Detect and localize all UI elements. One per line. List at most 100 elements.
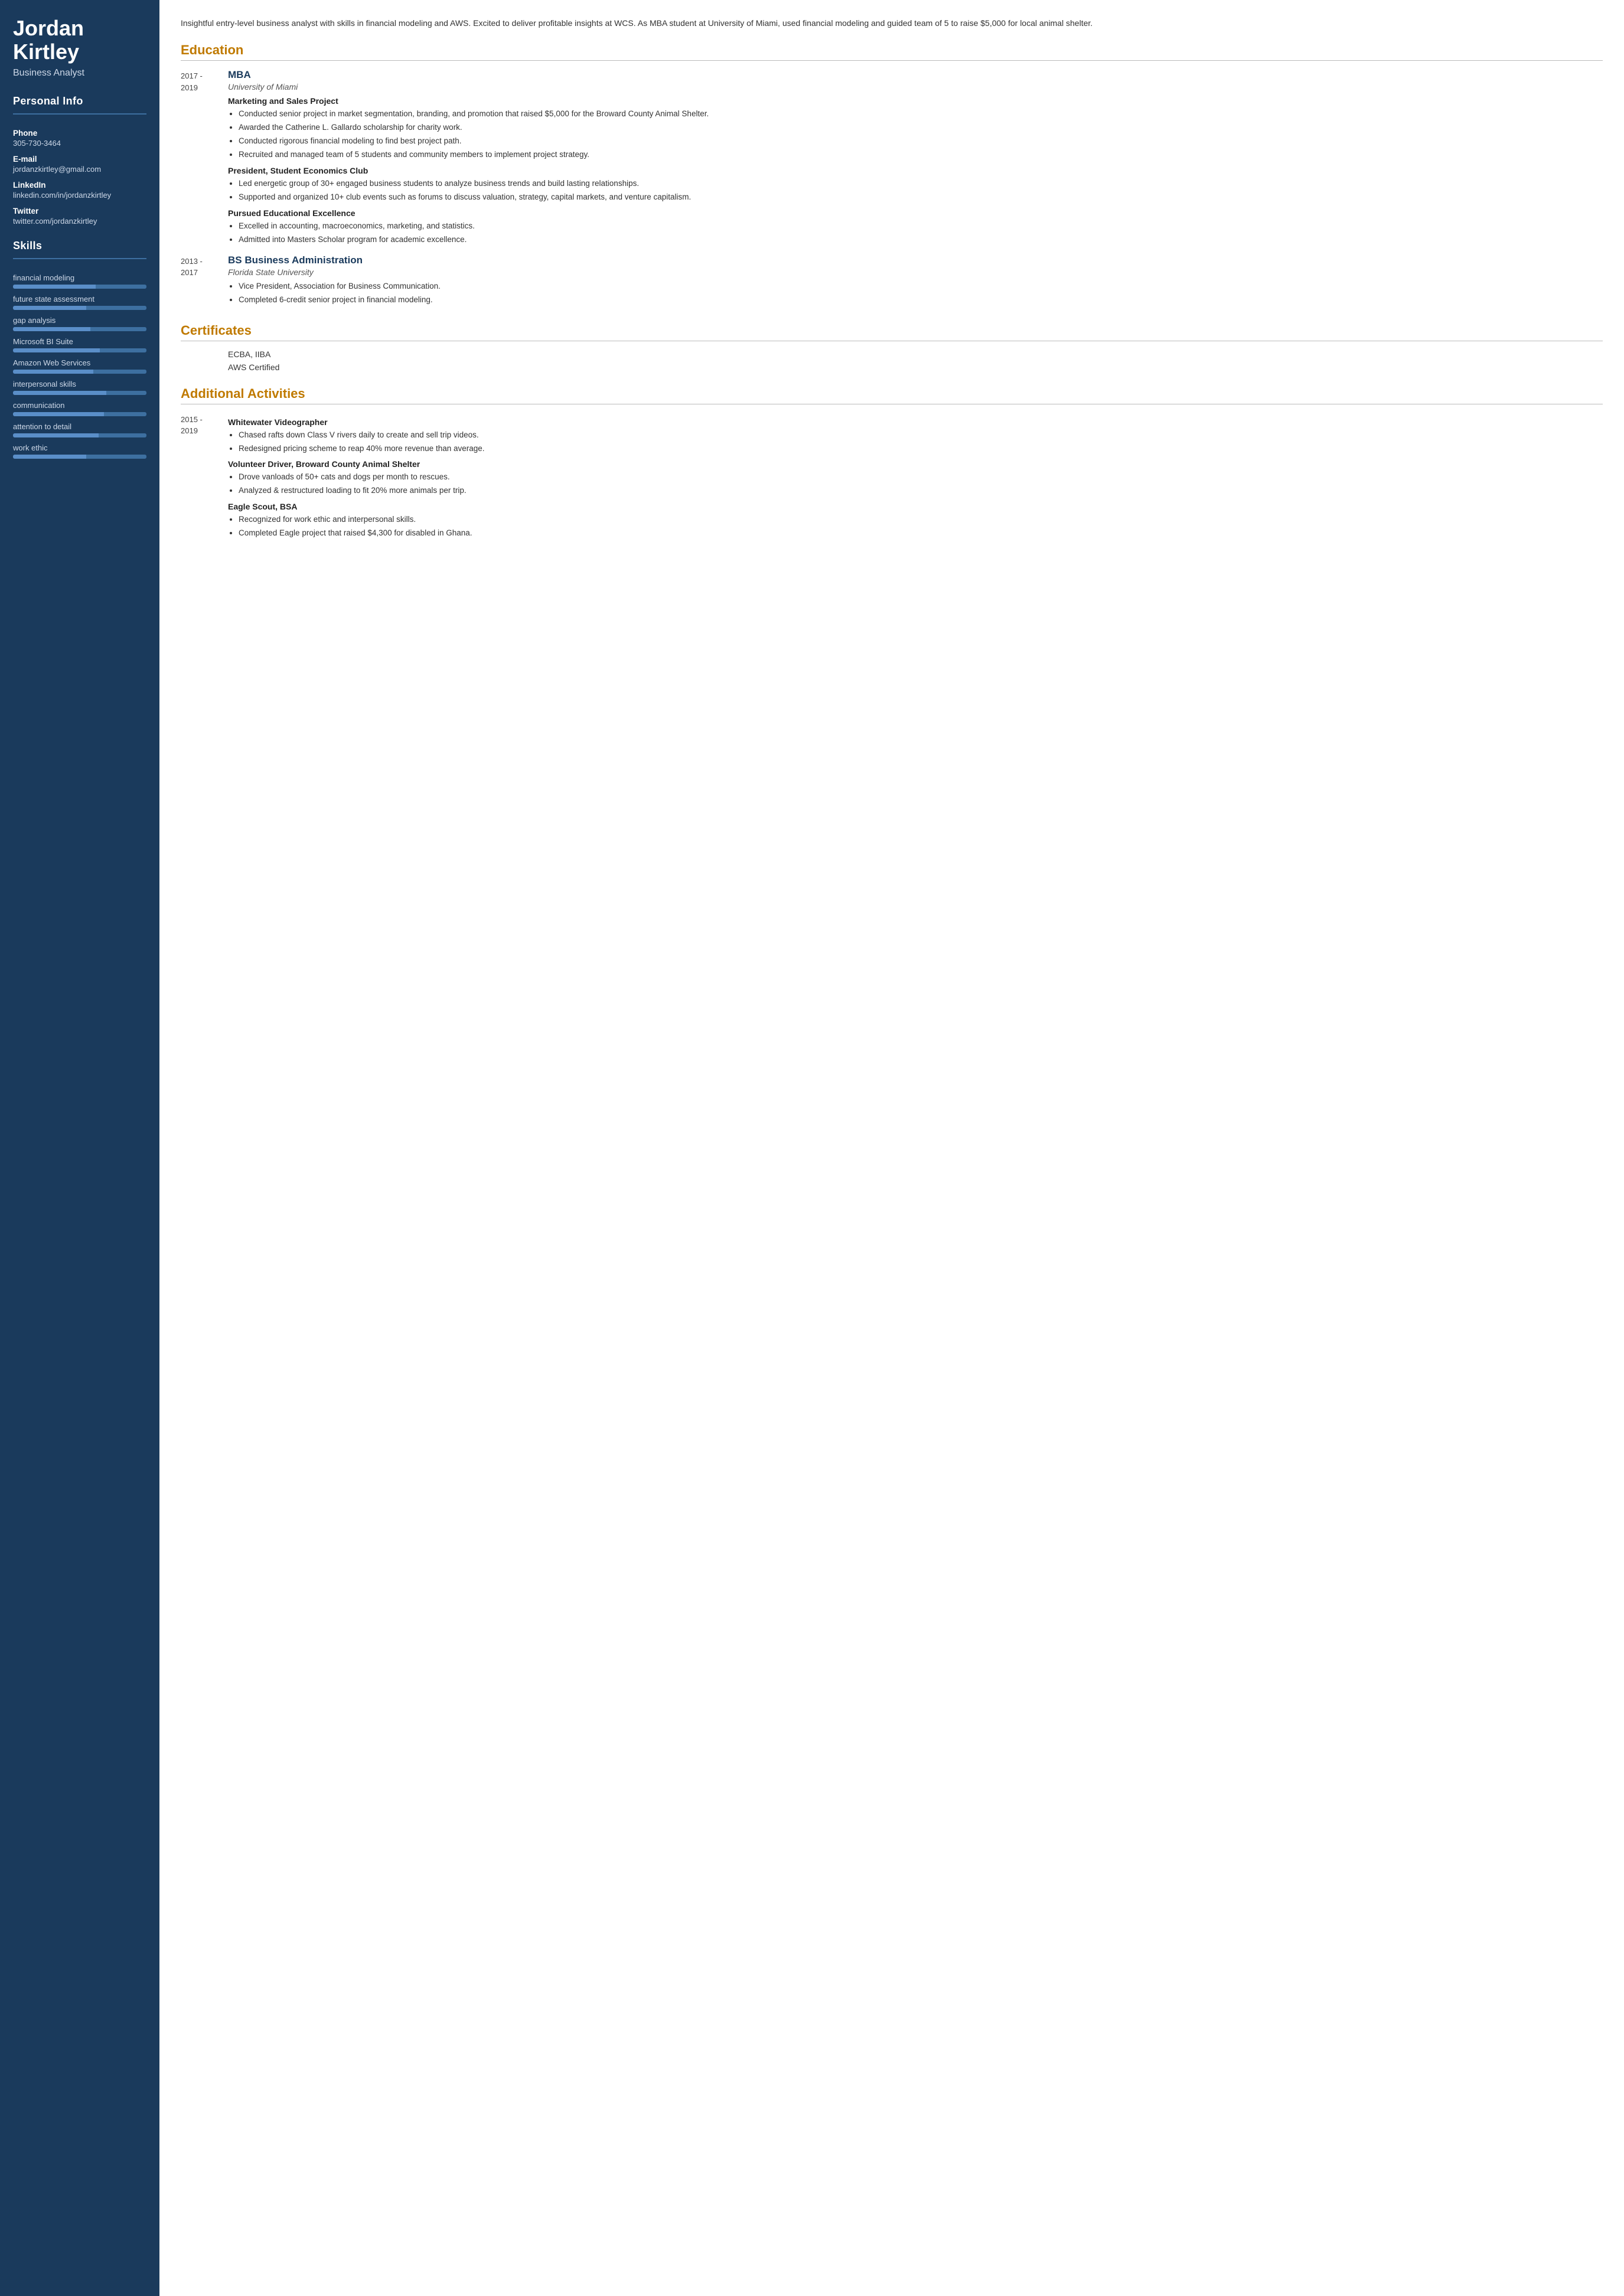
skill-bar-empty xyxy=(90,327,146,331)
bullet-list: Vice President, Association for Business… xyxy=(239,280,1603,306)
skill-bar-empty xyxy=(86,306,146,310)
certificate-item: ECBA, IIBA xyxy=(228,350,1603,359)
email-label: E-mail xyxy=(13,155,146,164)
bullet-item: Recruited and managed team of 5 students… xyxy=(239,149,1603,161)
entry-degree: BS Business Administration xyxy=(228,254,1603,266)
entry-content: MBAUniversity of MiamiMarketing and Sale… xyxy=(228,69,1603,248)
bullet-item: Drove vanloads of 50+ cats and dogs per … xyxy=(239,471,1603,484)
bullet-list: Led energetic group of 30+ engaged busin… xyxy=(239,178,1603,204)
entry-content: Whitewater Videographer Chased rafts down… xyxy=(228,413,1603,543)
skill-label: work ethic xyxy=(13,443,146,452)
bullet-list: Recognized for work ethic and interperso… xyxy=(239,514,1603,540)
skill-bar-empty xyxy=(106,391,146,395)
bullet-list: Chased rafts down Class V rivers daily t… xyxy=(239,429,1603,455)
skills-list: financial modeling future state assessmen… xyxy=(13,267,146,460)
bullet-item: Led energetic group of 30+ engaged busin… xyxy=(239,178,1603,190)
sub-section-title: Pursued Educational Excellence xyxy=(228,208,1603,218)
skill-bar-fill xyxy=(13,412,104,416)
skill-bar xyxy=(13,433,146,437)
phone-value: 305-730-3464 xyxy=(13,139,146,148)
bullet-item: Supported and organized 10+ club events … xyxy=(239,191,1603,204)
bullet-list: Drove vanloads of 50+ cats and dogs per … xyxy=(239,471,1603,497)
skill-bar xyxy=(13,348,146,352)
bullet-item: Conducted rigorous financial modeling to… xyxy=(239,135,1603,148)
skill-bar xyxy=(13,412,146,416)
entry-content: BS Business AdministrationFlorida State … xyxy=(228,254,1603,309)
education-list: 2017 - 2019MBAUniversity of MiamiMarketi… xyxy=(181,69,1603,308)
twitter-label: Twitter xyxy=(13,207,146,215)
bullet-item: Completed 6-credit senior project in fin… xyxy=(239,294,1603,306)
bullet-item: Completed Eagle project that raised $4,3… xyxy=(239,527,1603,540)
skill-label: financial modeling xyxy=(13,273,146,282)
skill-bar-empty xyxy=(99,433,146,437)
skill-label: attention to detail xyxy=(13,422,146,431)
skill-bar-fill xyxy=(13,306,86,310)
skill-bar xyxy=(13,370,146,374)
certificates-section: Certificates ECBA, IIBA AWS Certified xyxy=(181,323,1603,372)
skill-bar-fill xyxy=(13,285,96,289)
entry-dates: 2013 - 2017 xyxy=(181,254,228,309)
entry-school: Florida State University xyxy=(228,267,1603,277)
phone-label: Phone xyxy=(13,129,146,138)
entry-school: University of Miami xyxy=(228,82,1603,92)
skill-bar xyxy=(13,455,146,459)
education-entry: 2013 - 2017BS Business AdministrationFlo… xyxy=(181,254,1603,309)
certificates-list: ECBA, IIBA AWS Certified xyxy=(181,350,1603,372)
skill-label: gap analysis xyxy=(13,316,146,325)
twitter-value: twitter.com/jordanzkirtley xyxy=(13,217,146,226)
skill-label: interpersonal skills xyxy=(13,380,146,388)
bullet-list: Excelled in accounting, macroeconomics, … xyxy=(239,220,1603,246)
skill-bar-empty xyxy=(86,455,146,459)
skill-bar xyxy=(13,391,146,395)
bullet-item: Vice President, Association for Business… xyxy=(239,280,1603,293)
bullet-item: Analyzed & restructured loading to fit 2… xyxy=(239,485,1603,497)
certificates-heading: Certificates xyxy=(181,323,1603,338)
skill-bar-fill xyxy=(13,433,99,437)
personal-info-heading: Personal Info xyxy=(13,95,146,107)
bullet-list: Conducted senior project in market segme… xyxy=(239,108,1603,161)
additional-section: Additional Activities 2015 - 2019Whitewa… xyxy=(181,386,1603,543)
personal-divider xyxy=(13,113,146,115)
skills-divider xyxy=(13,258,146,259)
main-content: Insightful entry-level business analyst … xyxy=(159,0,1624,2296)
certificate-item: AWS Certified xyxy=(228,362,1603,372)
education-section: Education 2017 - 2019MBAUniversity of Mi… xyxy=(181,43,1603,308)
bullet-item: Admitted into Masters Scholar program fo… xyxy=(239,234,1603,246)
skill-bar xyxy=(13,285,146,289)
sub-section-title: Marketing and Sales Project xyxy=(228,96,1603,106)
skill-bar-fill xyxy=(13,370,93,374)
email-value: jordanzkirtley@gmail.com xyxy=(13,165,146,174)
candidate-title: Business Analyst xyxy=(13,68,146,79)
bullet-item: Redesigned pricing scheme to reap 40% mo… xyxy=(239,443,1603,455)
skills-heading: Skills xyxy=(13,240,146,252)
summary-text: Insightful entry-level business analyst … xyxy=(181,17,1603,30)
additional-entry: 2015 - 2019Whitewater Videographer Chased… xyxy=(181,413,1603,543)
linkedin-label: LinkedIn xyxy=(13,181,146,190)
candidate-name: Jordan Kirtley xyxy=(13,17,146,63)
entry-dates: 2015 - 2019 xyxy=(181,413,228,543)
sidebar: Jordan Kirtley Business Analyst Personal… xyxy=(0,0,159,2296)
skill-bar-fill xyxy=(13,455,86,459)
sub-section-title: President, Student Economics Club xyxy=(228,166,1603,175)
skill-label: Microsoft BI Suite xyxy=(13,337,146,346)
bullet-item: Awarded the Catherine L. Gallardo schola… xyxy=(239,122,1603,134)
skill-bar-empty xyxy=(100,348,146,352)
skill-label: future state assessment xyxy=(13,295,146,303)
education-divider xyxy=(181,60,1603,61)
skill-bar-empty xyxy=(104,412,146,416)
skill-bar-empty xyxy=(93,370,146,374)
skill-bar-fill xyxy=(13,391,106,395)
bullet-item: Excelled in accounting, macroeconomics, … xyxy=(239,220,1603,233)
additional-heading: Additional Activities xyxy=(181,386,1603,401)
skill-label: Amazon Web Services xyxy=(13,358,146,367)
skill-bar-fill xyxy=(13,348,100,352)
linkedin-value: linkedin.com/in/jordanzkirtley xyxy=(13,191,146,200)
skill-bar-fill xyxy=(13,327,90,331)
bullet-item: Recognized for work ethic and interperso… xyxy=(239,514,1603,526)
skill-bar xyxy=(13,327,146,331)
bullet-item: Chased rafts down Class V rivers daily t… xyxy=(239,429,1603,442)
education-entry: 2017 - 2019MBAUniversity of MiamiMarketi… xyxy=(181,69,1603,248)
activity-role: Whitewater Videographer xyxy=(228,417,1603,427)
education-heading: Education xyxy=(181,43,1603,58)
skill-bar-empty xyxy=(96,285,146,289)
